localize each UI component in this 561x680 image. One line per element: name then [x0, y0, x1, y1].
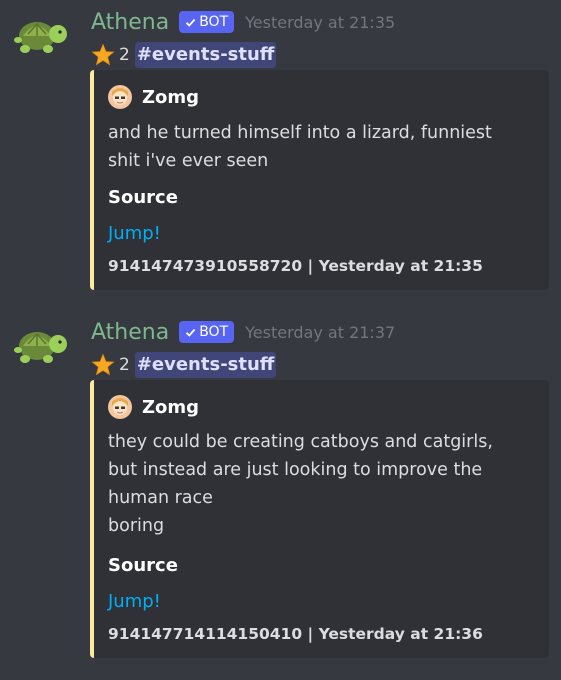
embed-description-line: but instead are just looking to improve … [108, 460, 483, 480]
embed-footer: 914147714114150410 | Yesterday at 21:36 [108, 625, 483, 643]
bot-badge-label: BOT [199, 324, 229, 340]
message-timestamp: Yesterday at 21:37 [245, 322, 396, 342]
star-icon [91, 353, 115, 376]
channel-mention[interactable]: #events-stuff [134, 42, 277, 68]
bot-badge: BOT [179, 321, 235, 343]
embed-author: Zomg [108, 85, 199, 109]
author-name[interactable]: Athena [91, 10, 169, 35]
embed-description-line: and he turned himself into a lizard, fun… [108, 123, 492, 143]
star-line: 2 #events-stuff [91, 41, 277, 69]
turtle-icon[interactable] [10, 322, 70, 368]
embed: Zomg they could be creating catboys and … [90, 380, 549, 658]
embed-description-line: they could be creating catboys and catgi… [108, 432, 493, 452]
embed-author: Zomg [108, 395, 199, 419]
user-avatar-icon[interactable] [108, 395, 132, 419]
star-count: 2 [119, 355, 130, 375]
embed-description: they could be creating catboys and catgi… [108, 428, 538, 540]
embed: Zomg and he turned himself into a lizard… [90, 70, 549, 290]
message-timestamp: Yesterday at 21:35 [245, 12, 396, 32]
star-line: 2 #events-stuff [91, 351, 277, 379]
bot-badge: BOT [179, 11, 235, 33]
jump-link[interactable]: Jump! [108, 223, 161, 244]
channel-mention[interactable]: #events-stuff [134, 352, 277, 378]
field-name: Source [108, 555, 178, 576]
bot-badge-label: BOT [199, 14, 229, 30]
message-header: Athena BOT Yesterday at 21:35 [91, 7, 395, 37]
field-name: Source [108, 187, 178, 208]
embed-description-line: human race [108, 488, 213, 508]
star-count: 2 [119, 45, 130, 65]
message-header: Athena BOT Yesterday at 21:37 [91, 317, 395, 347]
jump-link[interactable]: Jump! [108, 591, 161, 612]
author-name[interactable]: Athena [91, 320, 169, 345]
embed-description-line: boring [108, 516, 165, 536]
embed-author-name[interactable]: Zomg [142, 397, 199, 418]
user-avatar-icon[interactable] [108, 85, 132, 109]
turtle-icon[interactable] [10, 12, 70, 58]
embed-footer: 914147473910558720 | Yesterday at 21:35 [108, 257, 483, 275]
star-icon [91, 43, 115, 66]
embed-description: and he turned himself into a lizard, fun… [108, 119, 538, 175]
checkmark-icon [186, 328, 196, 337]
embed-description-line: shit i've ever seen [108, 151, 269, 171]
embed-author-name[interactable]: Zomg [142, 87, 199, 108]
checkmark-icon [186, 18, 196, 27]
